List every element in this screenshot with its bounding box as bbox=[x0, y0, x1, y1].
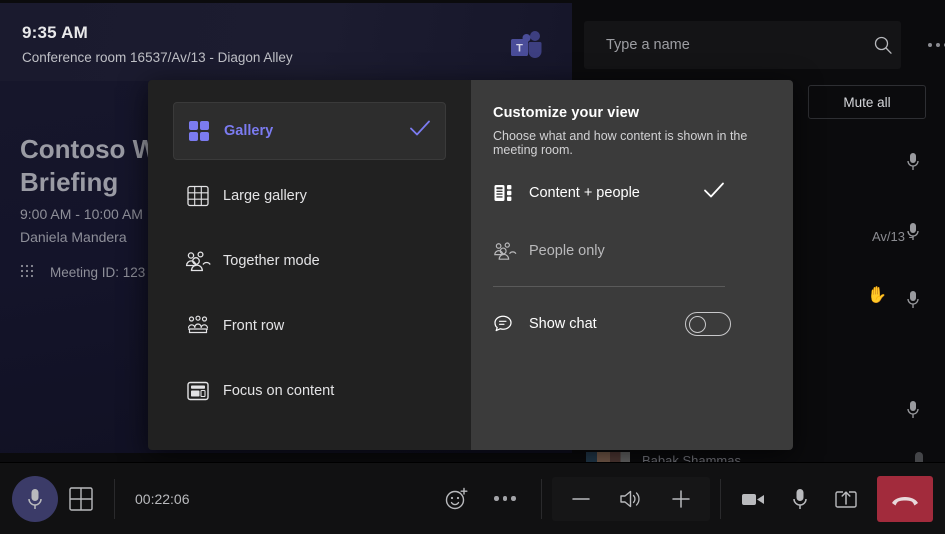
top-more-options-icon[interactable] bbox=[913, 33, 945, 57]
view-mode-front-row[interactable]: Front row bbox=[173, 297, 446, 355]
meeting-timer: 00:22:06 bbox=[135, 490, 190, 507]
mute-button[interactable] bbox=[777, 476, 823, 522]
customize-subtitle: Choose what and how content is shown in … bbox=[493, 129, 748, 157]
teams-meeting-room-screen: 9:35 AM Conference room 16537/Av/13 - Di… bbox=[0, 0, 945, 534]
more-options-button[interactable] bbox=[479, 476, 531, 522]
panel-divider bbox=[493, 286, 725, 287]
speaker-icon[interactable] bbox=[606, 477, 656, 521]
checkmark-icon bbox=[703, 182, 725, 205]
current-time: 9:35 AM bbox=[22, 23, 88, 42]
microphone-icon[interactable] bbox=[905, 151, 921, 173]
microphone-icon[interactable] bbox=[905, 399, 921, 421]
customize-title: Customize your view bbox=[493, 105, 640, 121]
view-mode-label: Focus on content bbox=[223, 383, 335, 399]
raised-hand-icon: ✋ bbox=[867, 287, 887, 304]
toggle-knob bbox=[689, 315, 706, 333]
view-mode-label: Large gallery bbox=[223, 188, 307, 204]
show-chat-toggle[interactable] bbox=[685, 312, 731, 336]
meeting-organizer: Daniela Mandera bbox=[20, 229, 127, 245]
share-screen-button[interactable] bbox=[823, 476, 869, 522]
layout-button[interactable] bbox=[58, 476, 104, 522]
show-chat-label: Show chat bbox=[529, 316, 597, 332]
large-gallery-icon bbox=[173, 184, 223, 208]
gallery-icon bbox=[174, 119, 224, 143]
view-mode-label: Gallery bbox=[224, 123, 274, 139]
meeting-toolbar: 00:22:06 bbox=[0, 462, 945, 534]
reactions-button[interactable] bbox=[433, 476, 479, 522]
room-name: Conference room 16537/Av/13 - Diagon All… bbox=[22, 50, 293, 65]
view-mode-together-mode[interactable]: Together mode bbox=[173, 232, 446, 290]
content-people-icon bbox=[493, 183, 529, 203]
front-row-icon bbox=[173, 315, 223, 337]
meeting-time-range: 9:00 AM - 10:00 AM bbox=[20, 206, 143, 222]
teams-logo-icon: T bbox=[505, 29, 547, 63]
view-mode-label: Front row bbox=[223, 318, 285, 334]
option-label: Content + people bbox=[529, 185, 640, 201]
together-mode-icon bbox=[173, 250, 223, 272]
focus-on-content-icon bbox=[173, 380, 223, 402]
meeting-id-text: Meeting ID: 123 bbox=[50, 264, 146, 280]
meeting-id-row: Meeting ID: 123 bbox=[20, 264, 145, 280]
checkmark-icon bbox=[409, 120, 431, 143]
option-label: People only bbox=[529, 243, 605, 259]
search-input[interactable]: Type a name bbox=[584, 37, 865, 53]
view-mode-label: Together mode bbox=[223, 253, 320, 269]
show-chat-row[interactable]: Show chat bbox=[493, 299, 767, 349]
view-mode-focus-on-content[interactable]: Focus on content bbox=[173, 362, 446, 420]
volume-up-button[interactable] bbox=[656, 477, 706, 521]
search-icon[interactable] bbox=[865, 35, 901, 55]
volume-control-group bbox=[552, 476, 710, 521]
view-mode-large-gallery[interactable]: Large gallery bbox=[173, 167, 446, 225]
toolbar-divider bbox=[541, 478, 542, 519]
microphone-icon[interactable] bbox=[905, 221, 921, 243]
dialpad-icon bbox=[20, 264, 34, 280]
option-people-only[interactable]: People only bbox=[493, 229, 767, 273]
search-box[interactable]: Type a name bbox=[584, 21, 901, 69]
option-content-plus-people[interactable]: Content + people bbox=[493, 171, 767, 215]
toolbar-divider bbox=[114, 478, 115, 519]
microphone-icon[interactable] bbox=[905, 289, 921, 311]
view-mode-list: Gallery Large gallery Together mode Fron… bbox=[148, 80, 471, 450]
hangup-button[interactable] bbox=[877, 475, 933, 522]
svg-text:T: T bbox=[516, 43, 523, 55]
view-mode-gallery[interactable]: Gallery bbox=[173, 102, 446, 160]
chat-icon bbox=[493, 314, 529, 334]
top-right-area: Type a name bbox=[572, 3, 945, 81]
people-only-icon bbox=[493, 241, 529, 261]
toolbar-divider bbox=[720, 478, 721, 519]
view-options-flyout: Gallery Large gallery Together mode Fron… bbox=[148, 80, 793, 450]
customize-view-panel: Customize your view Choose what and how … bbox=[471, 80, 793, 450]
mute-all-button[interactable]: Mute all bbox=[808, 85, 926, 119]
header-bar: 9:35 AM Conference room 16537/Av/13 - Di… bbox=[0, 3, 572, 81]
room-mic-button[interactable] bbox=[12, 475, 58, 522]
camera-button[interactable] bbox=[731, 476, 777, 522]
volume-down-button[interactable] bbox=[556, 477, 606, 521]
